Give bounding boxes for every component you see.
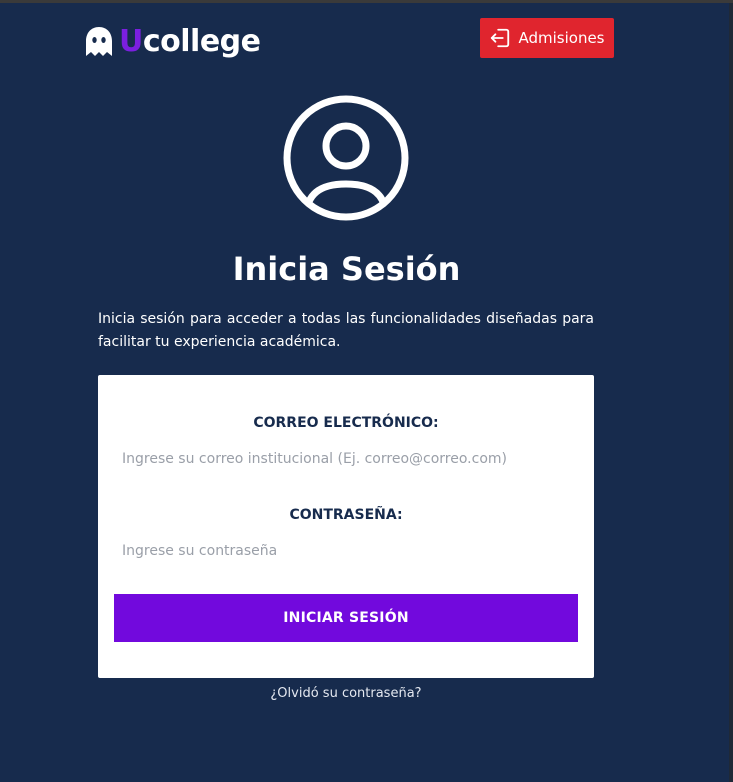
forgot-password-link[interactable]: ¿Olvidó su contraseña?: [98, 686, 594, 701]
login-submit-button[interactable]: INICIAR SESIÓN: [114, 594, 578, 642]
page-title: Inicia Sesión: [232, 250, 461, 288]
intro-text: Inicia sesión para acceder a todas las f…: [98, 311, 594, 350]
admissions-button[interactable]: Admisiones: [480, 18, 614, 58]
logo-wordmark: Ucollege: [119, 24, 261, 60]
password-input[interactable]: [114, 536, 578, 566]
site-header: Ucollege Admisiones: [0, 0, 733, 78]
admissions-label: Admisiones: [518, 29, 605, 47]
window-right-edge: [729, 3, 733, 782]
ucollege-logo[interactable]: Ucollege: [84, 24, 261, 60]
email-input[interactable]: [114, 444, 578, 474]
logo-word-college: college: [142, 24, 261, 59]
password-label: CONTRASEÑA:: [289, 507, 403, 523]
login-form-card: CORREO ELECTRÓNICO: CONTRASEÑA: INICIAR …: [98, 375, 594, 678]
ghost-logo-icon: [86, 27, 112, 56]
user-circle-icon: [283, 95, 409, 221]
login-arrow-icon: [491, 28, 510, 48]
email-label: CORREO ELECTRÓNICO:: [253, 415, 439, 431]
logo-letter-u: U: [119, 24, 143, 59]
